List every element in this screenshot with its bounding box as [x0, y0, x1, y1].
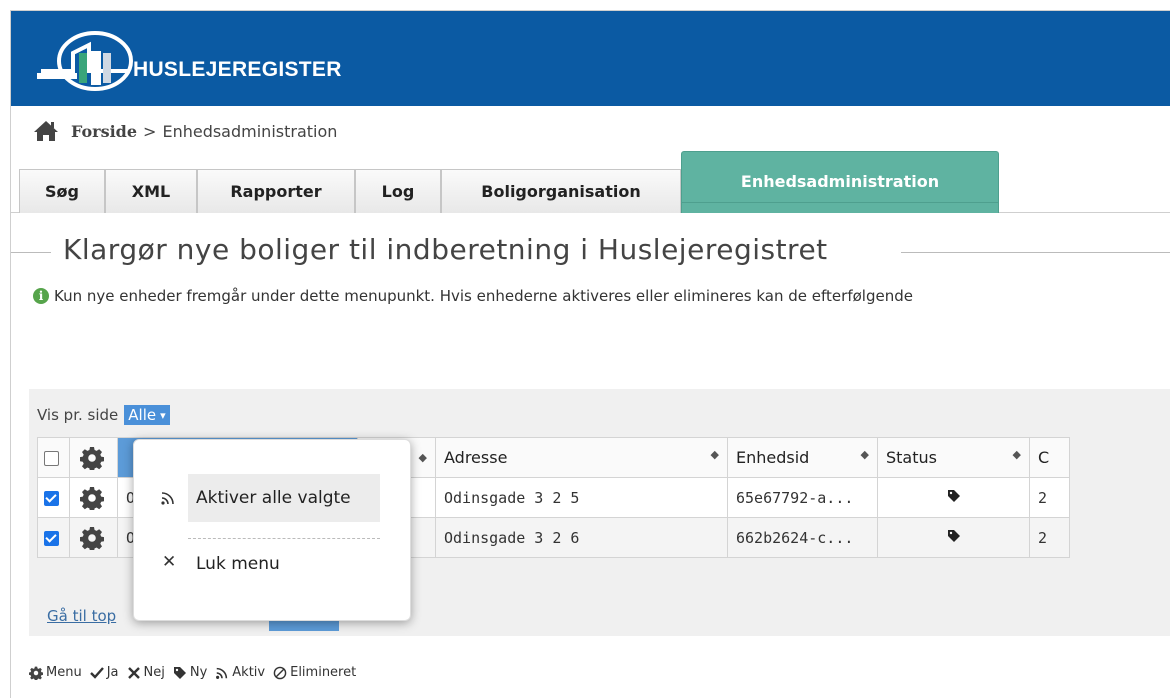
- home-icon[interactable]: [33, 120, 59, 142]
- tab-log[interactable]: Log: [355, 169, 441, 213]
- legend-label: Nej: [143, 665, 165, 680]
- sort-icon[interactable]: ◆: [711, 448, 719, 461]
- app-frame: HUSLEJEREGISTER Forside > Enhedsadminist…: [10, 10, 1170, 698]
- heading-rule-left: [11, 252, 51, 253]
- row-status: [877, 477, 1030, 518]
- legend-label: Ja: [106, 665, 119, 680]
- legend-item-elimineret: Elimineret: [273, 665, 356, 680]
- breadcrumb-current: Enhedsadministration: [162, 121, 338, 141]
- row-checkbox[interactable]: [44, 530, 59, 546]
- row-status: [877, 517, 1030, 558]
- legend-item-menu: Menu: [29, 665, 82, 680]
- header-bar: HUSLEJEREGISTER: [11, 11, 1170, 106]
- legend-item-ny: Ny: [173, 665, 207, 680]
- tab-bar: Søg XML Rapporter Log Boligorganisation …: [11, 151, 1170, 213]
- tag-icon: [947, 529, 960, 542]
- column-label-adresse: Adresse: [444, 448, 508, 467]
- icon-legend: Menu Ja Nej Ny Aktiv Elimineret: [29, 665, 364, 680]
- info-icon: i: [33, 288, 49, 304]
- goto-top-link[interactable]: Gå til top: [47, 607, 116, 625]
- row-unit-id: 662b2624-c...: [727, 517, 878, 558]
- gear-header-cell: [69, 437, 118, 478]
- sort-icon[interactable]: ◆: [861, 448, 869, 461]
- breadcrumb-home-link[interactable]: Forside: [71, 122, 137, 141]
- page-size-value: Alle: [128, 406, 157, 424]
- tab-xml[interactable]: XML: [105, 169, 197, 213]
- page-size-select[interactable]: Alle ▾: [124, 405, 170, 425]
- row-unit-id: 65e67792-a...: [727, 477, 878, 518]
- page-title: Klargør nye boliger til indberetning i H…: [63, 233, 828, 266]
- row-action-menu: Aktiver alle valgte ✕ Luk menu: [133, 439, 411, 621]
- menu-item-close[interactable]: Luk menu: [196, 554, 280, 574]
- legend-item-nej: Nej: [127, 665, 165, 680]
- check-icon: [89, 666, 104, 679]
- tag-icon: [173, 666, 186, 679]
- legend-item-ja: Ja: [89, 665, 119, 680]
- gear-icon[interactable]: [79, 526, 105, 551]
- row-last: 2: [1029, 477, 1070, 518]
- tag-icon: [947, 489, 960, 502]
- rss-icon: [216, 667, 228, 679]
- gear-icon: [29, 666, 43, 680]
- tab-soeg[interactable]: Søg: [19, 169, 105, 213]
- brand-name: HUSLEJEREGISTER: [133, 58, 342, 81]
- page-heading: Klargør nye boliger til indberetning i H…: [11, 233, 1170, 273]
- close-icon[interactable]: ✕: [162, 552, 176, 572]
- row-checkbox[interactable]: [44, 490, 59, 506]
- rss-icon: [161, 492, 174, 505]
- tab-enhedsadministration[interactable]: Enhedsadministration: [681, 151, 999, 213]
- column-header-c[interactable]: C: [1029, 437, 1070, 478]
- menu-divider: [188, 538, 380, 539]
- page-size-control: Vis pr. side Alle ▾: [37, 405, 170, 425]
- logo-icon[interactable]: [33, 23, 143, 93]
- legend-item-aktiv: Aktiv: [215, 665, 265, 680]
- breadcrumb: Forside > Enhedsadministration: [33, 117, 337, 145]
- sort-icon[interactable]: ◆: [419, 451, 427, 464]
- info-text: Kun nye enheder fremgår under dette menu…: [54, 287, 913, 305]
- select-all-checkbox[interactable]: [44, 451, 59, 466]
- row-address: Odinsgade 3 2 5: [435, 477, 728, 518]
- row-select-cell: [37, 477, 70, 518]
- legend-label: Elimineret: [290, 665, 357, 680]
- column-label-enhedsid: Enhedsid: [736, 448, 810, 467]
- row-address: Odinsgade 3 2 6: [435, 517, 728, 558]
- column-header-adresse[interactable]: Adresse ◆: [435, 437, 728, 478]
- legend-label: Aktiv: [232, 665, 266, 680]
- info-message: i Kun nye enheder fremgår under dette me…: [33, 287, 1170, 305]
- breadcrumb-separator: >: [143, 121, 157, 141]
- row-last: 2: [1029, 517, 1070, 558]
- page-size-label: Vis pr. side: [37, 406, 119, 424]
- chevron-down-icon: ▾: [160, 408, 166, 422]
- column-header-enhedsid[interactable]: Enhedsid ◆: [727, 437, 878, 478]
- column-header-status[interactable]: Status ◆: [877, 437, 1030, 478]
- x-icon: [127, 666, 140, 679]
- gear-icon[interactable]: [79, 486, 105, 511]
- menu-item-activate-all[interactable]: Aktiver alle valgte: [188, 474, 380, 522]
- menu-item-activate-label: Aktiver alle valgte: [196, 488, 351, 508]
- sort-icon[interactable]: ◆: [1013, 448, 1021, 461]
- heading-rule-right: [901, 252, 1170, 253]
- legend-label: Ny: [189, 665, 208, 680]
- row-gear-cell: [69, 517, 118, 558]
- column-label-status: Status: [886, 448, 937, 467]
- ban-icon: [273, 666, 287, 679]
- row-gear-cell: [69, 477, 118, 518]
- column-label-c: C: [1038, 448, 1050, 467]
- gear-icon[interactable]: [79, 446, 105, 471]
- row-select-cell: [37, 517, 70, 558]
- select-all-cell: [37, 437, 70, 478]
- tab-rapporter[interactable]: Rapporter: [197, 169, 355, 213]
- tab-boligorganisation[interactable]: Boligorganisation: [441, 169, 681, 213]
- legend-label: Menu: [46, 665, 82, 680]
